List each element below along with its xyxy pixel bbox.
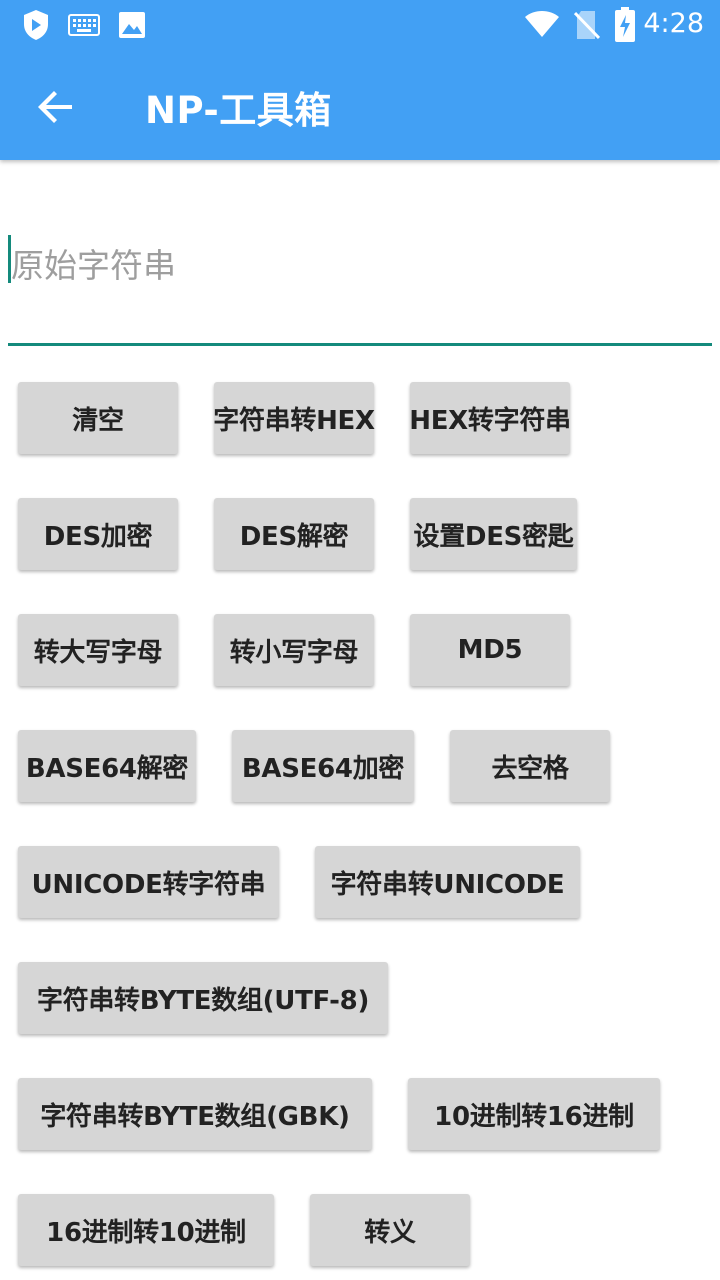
base64-encode-button[interactable]: BASE64加密 [232, 730, 414, 802]
base64-decode-button[interactable]: BASE64解密 [18, 730, 196, 802]
des-decrypt-button[interactable]: DES解密 [214, 498, 374, 570]
shield-icon [24, 10, 48, 40]
page-title: NP-工具箱 [145, 89, 332, 132]
input-container: 原始字符串 [8, 210, 712, 347]
set-des-key-button[interactable]: 设置DES密匙 [410, 498, 577, 570]
string-to-hex-button[interactable]: 字符串转HEX [213, 382, 375, 454]
app-bar: 4:28 NP-工具箱 [0, 0, 720, 160]
string-to-bytes-gbk-button[interactable]: 字符串转BYTE数组(GBK) [18, 1078, 372, 1150]
text-caret [8, 235, 11, 283]
keyboard-icon [68, 14, 100, 36]
hex-to-decimal-button[interactable]: 16进制转10进制 [18, 1194, 274, 1266]
toolbar: NP-工具箱 [0, 50, 720, 160]
hex-to-string-button[interactable]: HEX转字符串 [409, 382, 571, 454]
md5-button[interactable]: MD5 [410, 614, 570, 686]
no-sim-icon [574, 11, 600, 40]
to-lowercase-button[interactable]: 转小写字母 [214, 614, 374, 686]
wifi-icon [525, 11, 559, 37]
input-underline [8, 343, 712, 346]
des-encrypt-button[interactable]: DES加密 [18, 498, 178, 570]
escape-button[interactable]: 转义 [310, 1194, 470, 1266]
string-to-unicode-button[interactable]: 字符串转UNICODE [315, 846, 580, 918]
clock: 4:28 [643, 8, 704, 39]
remove-spaces-button[interactable]: 去空格 [450, 730, 610, 802]
image-icon [119, 12, 145, 38]
back-button[interactable] [24, 75, 88, 139]
clear-button[interactable]: 清空 [18, 382, 178, 454]
arrow-back-icon [38, 91, 72, 123]
battery-charging-icon [615, 7, 635, 42]
source-string-input[interactable] [8, 210, 712, 320]
status-bar: 4:28 [0, 0, 720, 50]
unicode-to-string-button[interactable]: UNICODE转字符串 [18, 846, 279, 918]
to-uppercase-button[interactable]: 转大写字母 [18, 614, 178, 686]
string-to-bytes-utf8-button[interactable]: 字符串转BYTE数组(UTF-8) [18, 962, 388, 1034]
decimal-to-hex-button[interactable]: 10进制转16进制 [408, 1078, 660, 1150]
